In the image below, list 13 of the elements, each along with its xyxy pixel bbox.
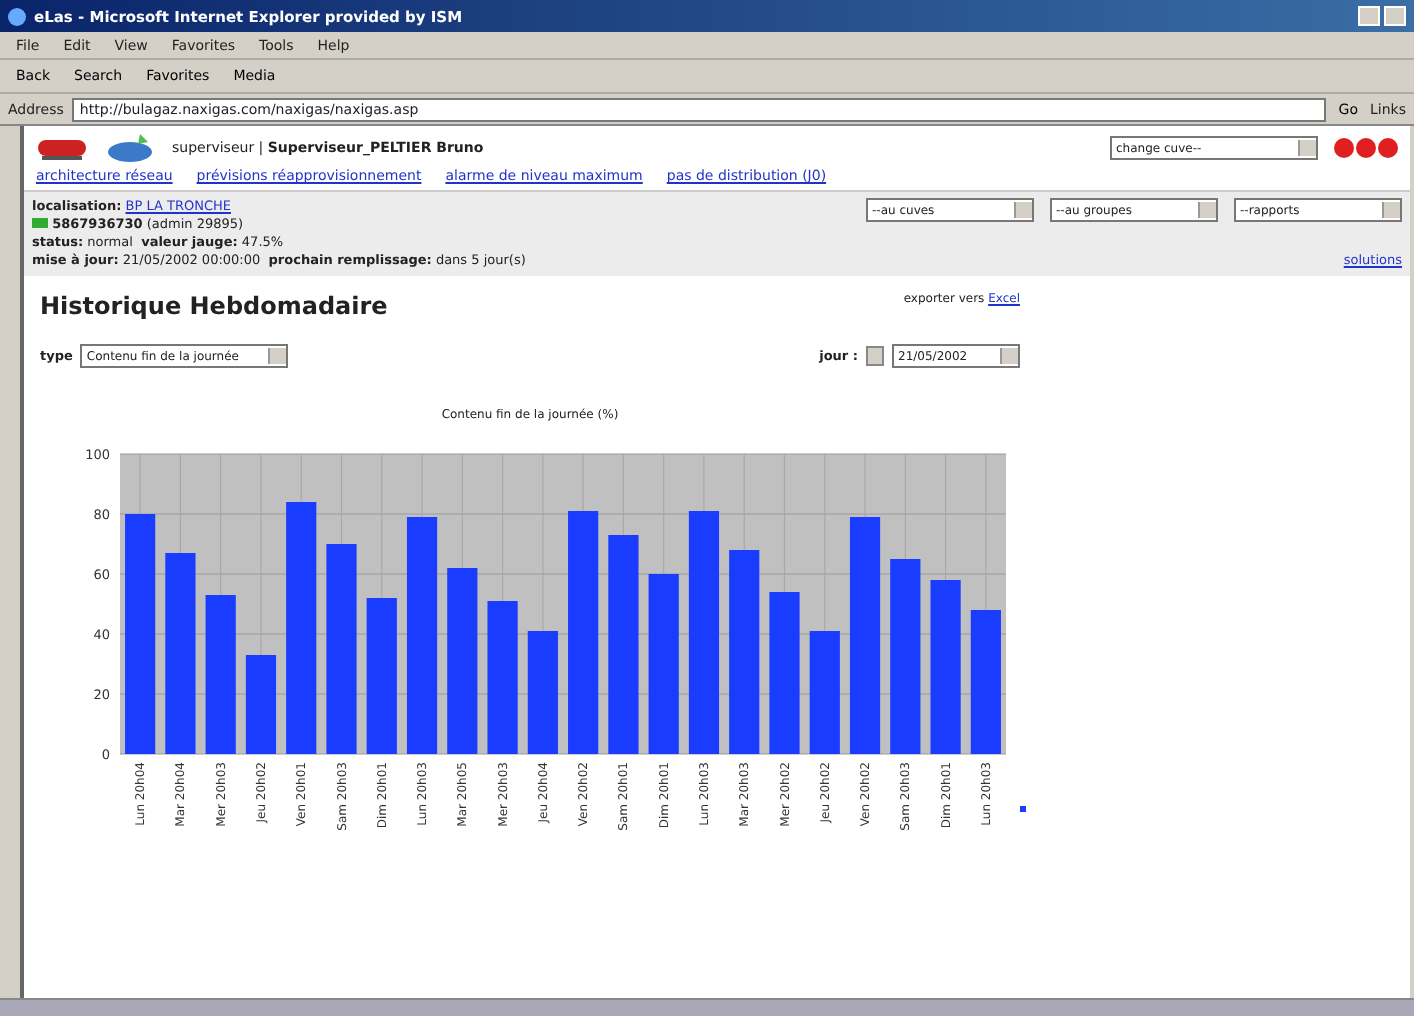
logo-icon [104, 132, 156, 164]
browser-icon [8, 7, 26, 25]
bar [245, 655, 277, 754]
legend-marker [1020, 806, 1026, 812]
status-light-icon[interactable] [1334, 138, 1354, 158]
status-light-icon[interactable] [1378, 138, 1398, 158]
status-icon [32, 218, 48, 228]
status-light-icon[interactable] [1356, 138, 1376, 158]
tank-icon [36, 134, 88, 162]
page-title: Historique Hebdomadaire [40, 292, 388, 320]
bar [809, 631, 840, 754]
bar [527, 631, 558, 754]
bar [970, 610, 1001, 754]
